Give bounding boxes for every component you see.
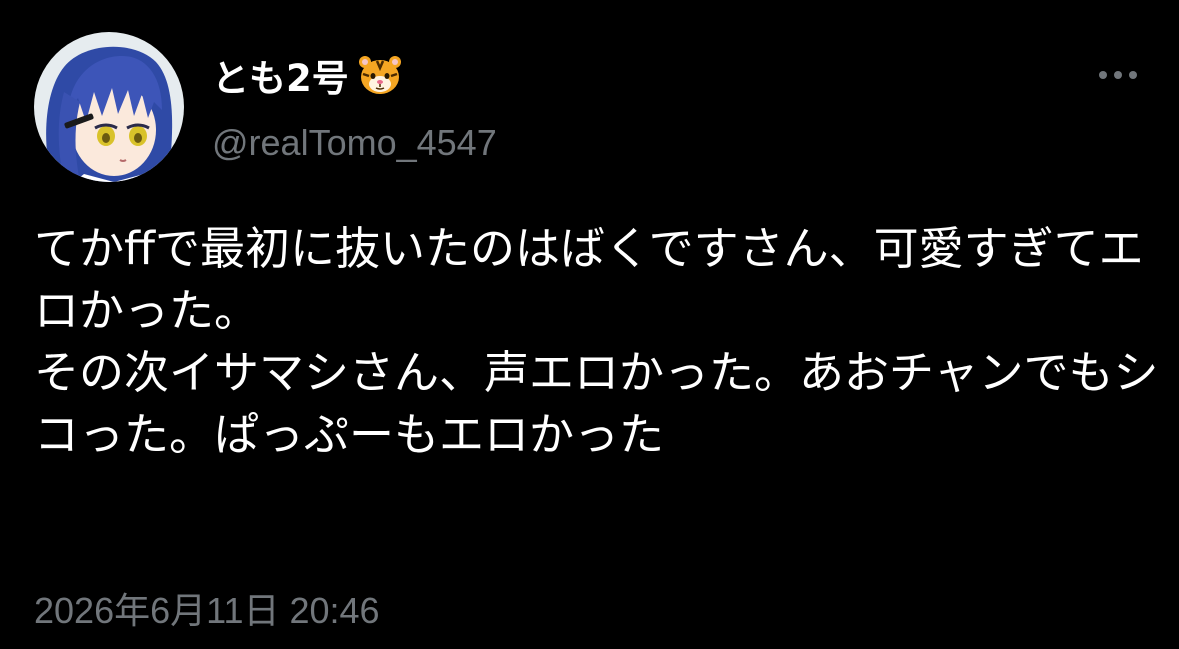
- display-name-text: とも2号: [212, 57, 349, 100]
- tweet: とも2号 @realTomo_4547 てかffで最初に抜いたのはばくですさん、…: [0, 0, 1179, 649]
- avatar[interactable]: [34, 32, 184, 182]
- avatar-image: [34, 32, 184, 182]
- more-horizontal-icon: [1099, 71, 1137, 79]
- tiger-face-emoji-icon: [357, 52, 403, 98]
- user-handle[interactable]: @realTomo_4547: [212, 122, 497, 164]
- more-options-button[interactable]: [1090, 60, 1146, 90]
- tweet-timestamp[interactable]: 2026年6月11日 20:46: [34, 582, 380, 634]
- display-name[interactable]: とも2号: [212, 50, 403, 100]
- tweet-text: てかffで最初に抜いたのはばくですさん、可愛すぎてエロかった。 その次イサマシさ…: [34, 222, 1159, 461]
